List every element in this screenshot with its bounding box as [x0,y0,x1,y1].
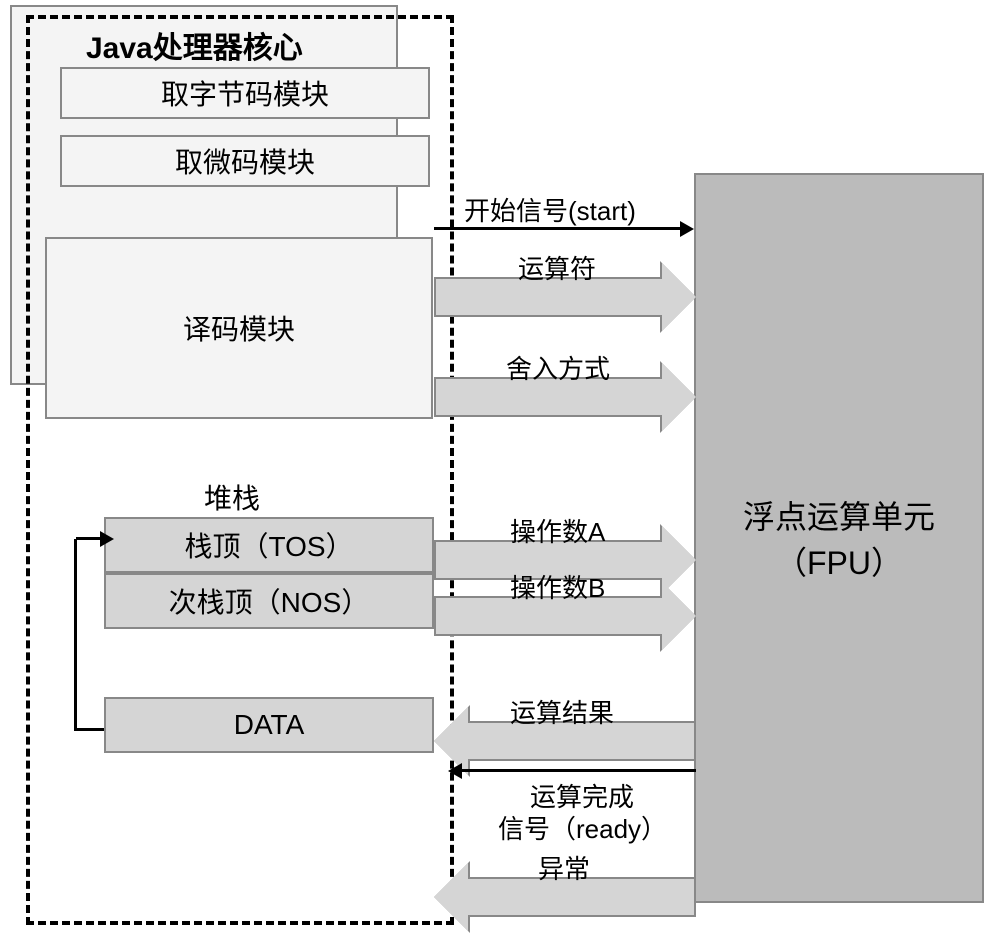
microcode-module: 取微码模块 [60,135,430,187]
exception-label: 异常 [538,849,590,886]
result-label: 运算结果 [510,693,614,730]
ready-label-line2: 信号（ready） [498,809,667,846]
bytecode-module: 取字节码模块 [60,67,430,119]
operand-a-label: 操作数A [510,512,605,549]
java-core-title: Java处理器核心 [86,23,303,67]
fpu-box: 浮点运算单元 （FPU） [694,173,984,903]
feedback-arrow [54,525,102,730]
ready-arrow [458,769,696,772]
decode-module: 译码模块 [45,237,433,419]
operator-label: 运算符 [518,249,596,286]
data-box: DATA [104,697,434,753]
operand-b-label: 操作数B [510,568,605,605]
fpu-title-line2: （FPU） [775,538,903,584]
diagram-container: Java处理器核心 取字节码模块 取微码模块 译码模块 堆栈 栈顶（TOS） 次… [10,5,988,935]
rounding-label: 舍入方式 [506,349,610,386]
fpu-title-line1: 浮点运算单元 [743,492,935,538]
nos-box: 次栈顶（NOS） [104,573,434,629]
tos-box: 栈顶（TOS） [104,517,434,573]
start-signal-label: 开始信号(start) [464,191,636,228]
stack-title: 堆栈 [204,477,260,517]
